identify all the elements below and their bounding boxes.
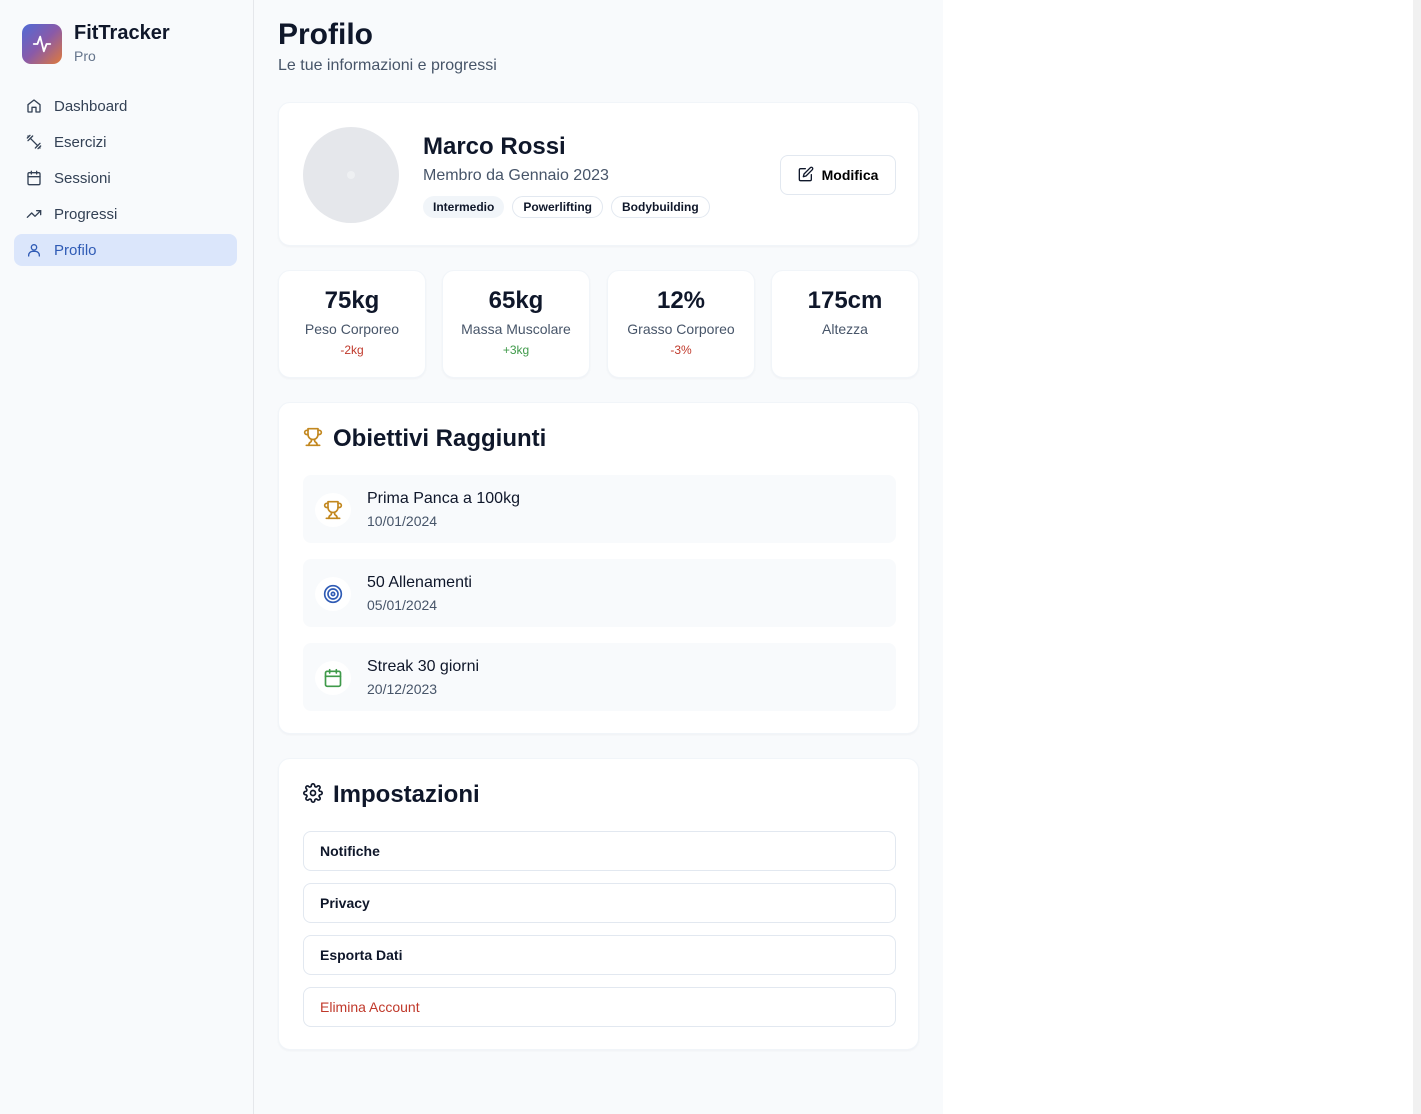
stat-card-height: 175cm Altezza (771, 270, 919, 378)
profile-name: Marco Rossi (423, 133, 566, 160)
sidebar-item-label: Progressi (54, 205, 118, 223)
edit-button-label: Modifica (821, 167, 879, 183)
goal-item[interactable]: 50 Allenamenti 05/01/2024 (303, 559, 896, 627)
stat-label: Peso Corporeo (304, 321, 400, 337)
app-tier: Pro (74, 48, 96, 64)
trophy-icon (315, 493, 351, 527)
stat-label: Grasso Corporeo (627, 321, 735, 337)
stat-delta: +3kg (502, 343, 530, 357)
sidebar-item-label: Dashboard (54, 97, 128, 115)
goal-title: 50 Allenamenti (367, 574, 472, 591)
goals-header: Obiettivi Raggiunti (303, 425, 546, 453)
home-icon (26, 98, 42, 114)
profile-card: Marco Rossi Membro da Gennaio 2023 Inter… (278, 102, 919, 246)
avatar[interactable] (303, 127, 399, 223)
profile-tags: Intermedio Powerlifting Bodybuilding (423, 196, 718, 218)
tag-discipline: Powerlifting (512, 196, 604, 218)
trophy-icon (303, 427, 323, 452)
edit-icon (798, 166, 814, 185)
page-subtitle: Le tue informazioni e progressi (278, 57, 497, 74)
goals-card: Obiettivi Raggiunti Prima Panca a 100kg … (278, 402, 919, 734)
sidebar: FitTracker Pro Dashboard Esercizi Sessio… (0, 0, 254, 1114)
goal-date: 10/01/2024 (367, 513, 438, 529)
brand[interactable]: FitTracker Pro (22, 22, 170, 66)
goal-date: 20/12/2023 (367, 681, 438, 697)
privacy-button[interactable]: Privacy (303, 883, 896, 923)
goal-item[interactable]: Streak 30 giorni 20/12/2023 (303, 643, 896, 711)
activity-logo-icon (22, 24, 62, 64)
sidebar-nav: Dashboard Esercizi Sessioni Progressi Pr… (14, 90, 237, 270)
goal-date: 05/01/2024 (367, 597, 438, 613)
export-data-button[interactable]: Esporta Dati (303, 935, 896, 975)
dumbbell-icon (26, 134, 42, 150)
stat-value: 12% (656, 287, 706, 314)
stat-value: 65kg (488, 287, 544, 314)
notifications-button[interactable]: Notifiche (303, 831, 896, 871)
tag-discipline: Bodybuilding (611, 196, 710, 218)
calendar-icon (26, 170, 42, 186)
page-title: Profilo (278, 18, 373, 51)
delete-account-button[interactable]: Elimina Account (303, 987, 896, 1027)
sidebar-item-profilo[interactable]: Profilo (14, 234, 237, 266)
stat-delta: -3% (670, 343, 692, 357)
gear-icon (303, 782, 323, 808)
stat-delta: -2kg (340, 343, 364, 357)
stat-card-bodyfat: 12% Grasso Corporeo -3% (607, 270, 755, 378)
sidebar-item-progressi[interactable]: Progressi (14, 198, 237, 230)
settings-title: Impostazioni (333, 781, 480, 808)
tag-level: Intermedio (423, 196, 505, 218)
sidebar-item-label: Profilo (54, 241, 97, 259)
goal-title: Streak 30 giorni (367, 658, 480, 675)
app-name: FitTracker (74, 22, 170, 44)
sidebar-item-label: Esercizi (54, 133, 107, 151)
main-content: Profilo Le tue informazioni e progressi … (254, 0, 943, 1114)
sidebar-item-sessioni[interactable]: Sessioni (14, 162, 237, 194)
stat-value: 175cm (807, 287, 883, 314)
member-since: Membro da Gennaio 2023 (423, 167, 609, 184)
target-icon (315, 577, 351, 611)
sidebar-item-label: Sessioni (54, 169, 111, 187)
goals-title: Obiettivi Raggiunti (333, 425, 547, 452)
sidebar-item-dashboard[interactable]: Dashboard (14, 90, 237, 122)
stat-card-muscle: 65kg Massa Muscolare +3kg (442, 270, 590, 378)
user-icon (26, 242, 42, 258)
stat-label: Altezza (822, 321, 868, 337)
goal-title: Prima Panca a 100kg (367, 490, 520, 507)
edit-profile-button[interactable]: Modifica (780, 155, 896, 195)
stat-value: 75kg (324, 287, 380, 314)
sidebar-item-esercizi[interactable]: Esercizi (14, 126, 237, 158)
calendar-icon (315, 661, 351, 695)
stat-label: Massa Muscolare (461, 321, 571, 337)
settings-card: Impostazioni Notifiche Privacy Esporta D… (278, 758, 919, 1050)
scrollbar[interactable] (1413, 0, 1421, 1114)
stat-card-weight: 75kg Peso Corporeo -2kg (278, 270, 426, 378)
settings-header: Impostazioni (303, 781, 480, 809)
trending-up-icon (26, 206, 42, 222)
goal-item[interactable]: Prima Panca a 100kg 10/01/2024 (303, 475, 896, 543)
